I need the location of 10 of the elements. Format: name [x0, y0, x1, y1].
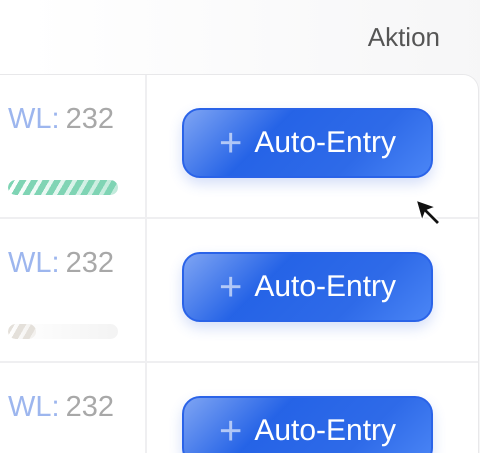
- wl-label: WL:: [8, 247, 60, 280]
- wl-label: WL:: [8, 103, 60, 136]
- wl-label: WL:: [8, 391, 60, 424]
- column-header: Aktion: [368, 22, 440, 52]
- auto-entry-button[interactable]: + Auto-Entry: [182, 396, 433, 453]
- auto-entry-button[interactable]: + Auto-Entry: [182, 108, 433, 178]
- auto-entry-button[interactable]: + Auto-Entry: [182, 252, 433, 322]
- wl-value: 232: [66, 247, 114, 280]
- wl-value: 232: [66, 103, 114, 136]
- wl-value: 232: [66, 391, 114, 424]
